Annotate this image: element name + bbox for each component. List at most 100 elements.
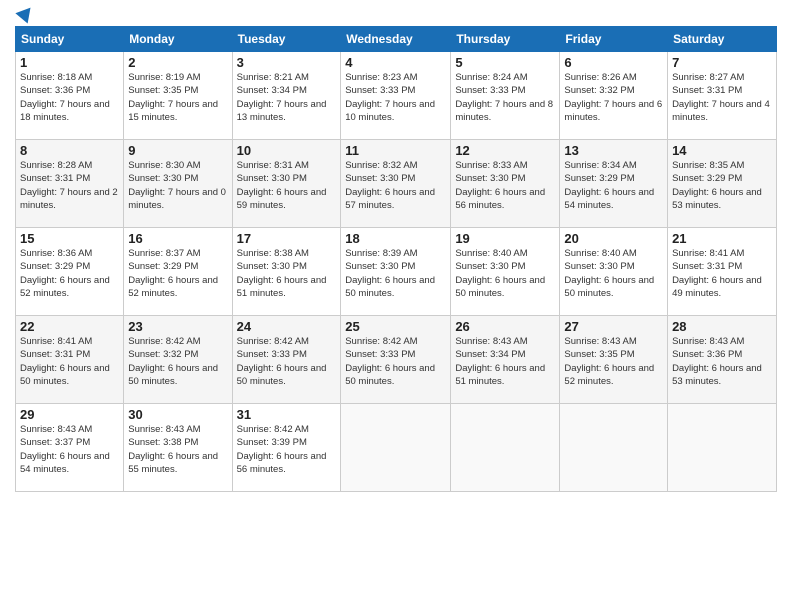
day-number: 26	[455, 319, 555, 334]
calendar-cell: 31Sunrise: 8:42 AMSunset: 3:39 PMDayligh…	[232, 404, 341, 492]
day-info: Sunrise: 8:24 AMSunset: 3:33 PMDaylight:…	[455, 71, 555, 124]
day-info: Sunrise: 8:33 AMSunset: 3:30 PMDaylight:…	[455, 159, 555, 212]
day-number: 4	[345, 55, 446, 70]
weekday-header-wednesday: Wednesday	[341, 27, 451, 52]
day-info: Sunrise: 8:18 AMSunset: 3:36 PMDaylight:…	[20, 71, 119, 124]
calendar-cell: 1Sunrise: 8:18 AMSunset: 3:36 PMDaylight…	[16, 52, 124, 140]
weekday-header-sunday: Sunday	[16, 27, 124, 52]
day-number: 2	[128, 55, 227, 70]
calendar-cell: 7Sunrise: 8:27 AMSunset: 3:31 PMDaylight…	[668, 52, 777, 140]
day-number: 12	[455, 143, 555, 158]
calendar-table: SundayMondayTuesdayWednesdayThursdayFrid…	[15, 26, 777, 492]
calendar-cell	[668, 404, 777, 492]
calendar-cell: 27Sunrise: 8:43 AMSunset: 3:35 PMDayligh…	[560, 316, 668, 404]
day-info: Sunrise: 8:19 AMSunset: 3:35 PMDaylight:…	[128, 71, 227, 124]
day-info: Sunrise: 8:36 AMSunset: 3:29 PMDaylight:…	[20, 247, 119, 300]
day-number: 15	[20, 231, 119, 246]
calendar-week-3: 15Sunrise: 8:36 AMSunset: 3:29 PMDayligh…	[16, 228, 777, 316]
day-number: 23	[128, 319, 227, 334]
day-info: Sunrise: 8:41 AMSunset: 3:31 PMDaylight:…	[20, 335, 119, 388]
day-info: Sunrise: 8:35 AMSunset: 3:29 PMDaylight:…	[672, 159, 772, 212]
day-number: 20	[564, 231, 663, 246]
weekday-header-tuesday: Tuesday	[232, 27, 341, 52]
day-number: 22	[20, 319, 119, 334]
day-info: Sunrise: 8:34 AMSunset: 3:29 PMDaylight:…	[564, 159, 663, 212]
day-info: Sunrise: 8:41 AMSunset: 3:31 PMDaylight:…	[672, 247, 772, 300]
day-info: Sunrise: 8:38 AMSunset: 3:30 PMDaylight:…	[237, 247, 337, 300]
calendar-cell	[451, 404, 560, 492]
calendar-cell: 11Sunrise: 8:32 AMSunset: 3:30 PMDayligh…	[341, 140, 451, 228]
day-number: 7	[672, 55, 772, 70]
day-number: 6	[564, 55, 663, 70]
day-number: 9	[128, 143, 227, 158]
calendar-cell: 19Sunrise: 8:40 AMSunset: 3:30 PMDayligh…	[451, 228, 560, 316]
calendar-cell	[560, 404, 668, 492]
calendar-cell: 5Sunrise: 8:24 AMSunset: 3:33 PMDaylight…	[451, 52, 560, 140]
day-number: 14	[672, 143, 772, 158]
calendar-cell: 28Sunrise: 8:43 AMSunset: 3:36 PMDayligh…	[668, 316, 777, 404]
calendar-cell: 13Sunrise: 8:34 AMSunset: 3:29 PMDayligh…	[560, 140, 668, 228]
day-info: Sunrise: 8:42 AMSunset: 3:39 PMDaylight:…	[237, 423, 337, 476]
calendar-cell: 25Sunrise: 8:42 AMSunset: 3:33 PMDayligh…	[341, 316, 451, 404]
calendar-cell: 3Sunrise: 8:21 AMSunset: 3:34 PMDaylight…	[232, 52, 341, 140]
day-info: Sunrise: 8:26 AMSunset: 3:32 PMDaylight:…	[564, 71, 663, 124]
day-info: Sunrise: 8:31 AMSunset: 3:30 PMDaylight:…	[237, 159, 337, 212]
day-info: Sunrise: 8:42 AMSunset: 3:33 PMDaylight:…	[237, 335, 337, 388]
calendar-cell: 14Sunrise: 8:35 AMSunset: 3:29 PMDayligh…	[668, 140, 777, 228]
calendar-cell: 17Sunrise: 8:38 AMSunset: 3:30 PMDayligh…	[232, 228, 341, 316]
calendar-cell: 12Sunrise: 8:33 AMSunset: 3:30 PMDayligh…	[451, 140, 560, 228]
calendar-cell: 15Sunrise: 8:36 AMSunset: 3:29 PMDayligh…	[16, 228, 124, 316]
calendar-week-5: 29Sunrise: 8:43 AMSunset: 3:37 PMDayligh…	[16, 404, 777, 492]
day-number: 13	[564, 143, 663, 158]
day-info: Sunrise: 8:43 AMSunset: 3:37 PMDaylight:…	[20, 423, 119, 476]
day-number: 19	[455, 231, 555, 246]
calendar-cell: 26Sunrise: 8:43 AMSunset: 3:34 PMDayligh…	[451, 316, 560, 404]
day-info: Sunrise: 8:21 AMSunset: 3:34 PMDaylight:…	[237, 71, 337, 124]
day-number: 31	[237, 407, 337, 422]
weekday-header-monday: Monday	[124, 27, 232, 52]
day-info: Sunrise: 8:27 AMSunset: 3:31 PMDaylight:…	[672, 71, 772, 124]
day-info: Sunrise: 8:37 AMSunset: 3:29 PMDaylight:…	[128, 247, 227, 300]
weekday-header-friday: Friday	[560, 27, 668, 52]
calendar-cell: 16Sunrise: 8:37 AMSunset: 3:29 PMDayligh…	[124, 228, 232, 316]
day-number: 17	[237, 231, 337, 246]
day-number: 3	[237, 55, 337, 70]
calendar-cell: 30Sunrise: 8:43 AMSunset: 3:38 PMDayligh…	[124, 404, 232, 492]
day-number: 21	[672, 231, 772, 246]
day-info: Sunrise: 8:43 AMSunset: 3:34 PMDaylight:…	[455, 335, 555, 388]
day-info: Sunrise: 8:32 AMSunset: 3:30 PMDaylight:…	[345, 159, 446, 212]
day-info: Sunrise: 8:39 AMSunset: 3:30 PMDaylight:…	[345, 247, 446, 300]
day-number: 5	[455, 55, 555, 70]
day-number: 27	[564, 319, 663, 334]
calendar-week-4: 22Sunrise: 8:41 AMSunset: 3:31 PMDayligh…	[16, 316, 777, 404]
day-number: 16	[128, 231, 227, 246]
day-number: 24	[237, 319, 337, 334]
day-info: Sunrise: 8:42 AMSunset: 3:33 PMDaylight:…	[345, 335, 446, 388]
header	[15, 10, 777, 20]
day-number: 18	[345, 231, 446, 246]
logo-triangle-icon	[15, 2, 36, 23]
day-info: Sunrise: 8:23 AMSunset: 3:33 PMDaylight:…	[345, 71, 446, 124]
day-info: Sunrise: 8:40 AMSunset: 3:30 PMDaylight:…	[455, 247, 555, 300]
day-number: 30	[128, 407, 227, 422]
calendar-cell: 8Sunrise: 8:28 AMSunset: 3:31 PMDaylight…	[16, 140, 124, 228]
day-info: Sunrise: 8:28 AMSunset: 3:31 PMDaylight:…	[20, 159, 119, 212]
day-info: Sunrise: 8:43 AMSunset: 3:38 PMDaylight:…	[128, 423, 227, 476]
calendar-cell: 18Sunrise: 8:39 AMSunset: 3:30 PMDayligh…	[341, 228, 451, 316]
calendar-cell: 20Sunrise: 8:40 AMSunset: 3:30 PMDayligh…	[560, 228, 668, 316]
day-number: 25	[345, 319, 446, 334]
calendar-cell: 22Sunrise: 8:41 AMSunset: 3:31 PMDayligh…	[16, 316, 124, 404]
day-number: 1	[20, 55, 119, 70]
day-number: 29	[20, 407, 119, 422]
calendar-cell: 21Sunrise: 8:41 AMSunset: 3:31 PMDayligh…	[668, 228, 777, 316]
day-number: 8	[20, 143, 119, 158]
calendar-cell: 2Sunrise: 8:19 AMSunset: 3:35 PMDaylight…	[124, 52, 232, 140]
day-info: Sunrise: 8:40 AMSunset: 3:30 PMDaylight:…	[564, 247, 663, 300]
day-info: Sunrise: 8:43 AMSunset: 3:35 PMDaylight:…	[564, 335, 663, 388]
calendar-week-1: 1Sunrise: 8:18 AMSunset: 3:36 PMDaylight…	[16, 52, 777, 140]
calendar-cell: 23Sunrise: 8:42 AMSunset: 3:32 PMDayligh…	[124, 316, 232, 404]
logo	[15, 10, 34, 20]
day-info: Sunrise: 8:30 AMSunset: 3:30 PMDaylight:…	[128, 159, 227, 212]
page-container: SundayMondayTuesdayWednesdayThursdayFrid…	[0, 0, 792, 502]
calendar-cell: 24Sunrise: 8:42 AMSunset: 3:33 PMDayligh…	[232, 316, 341, 404]
